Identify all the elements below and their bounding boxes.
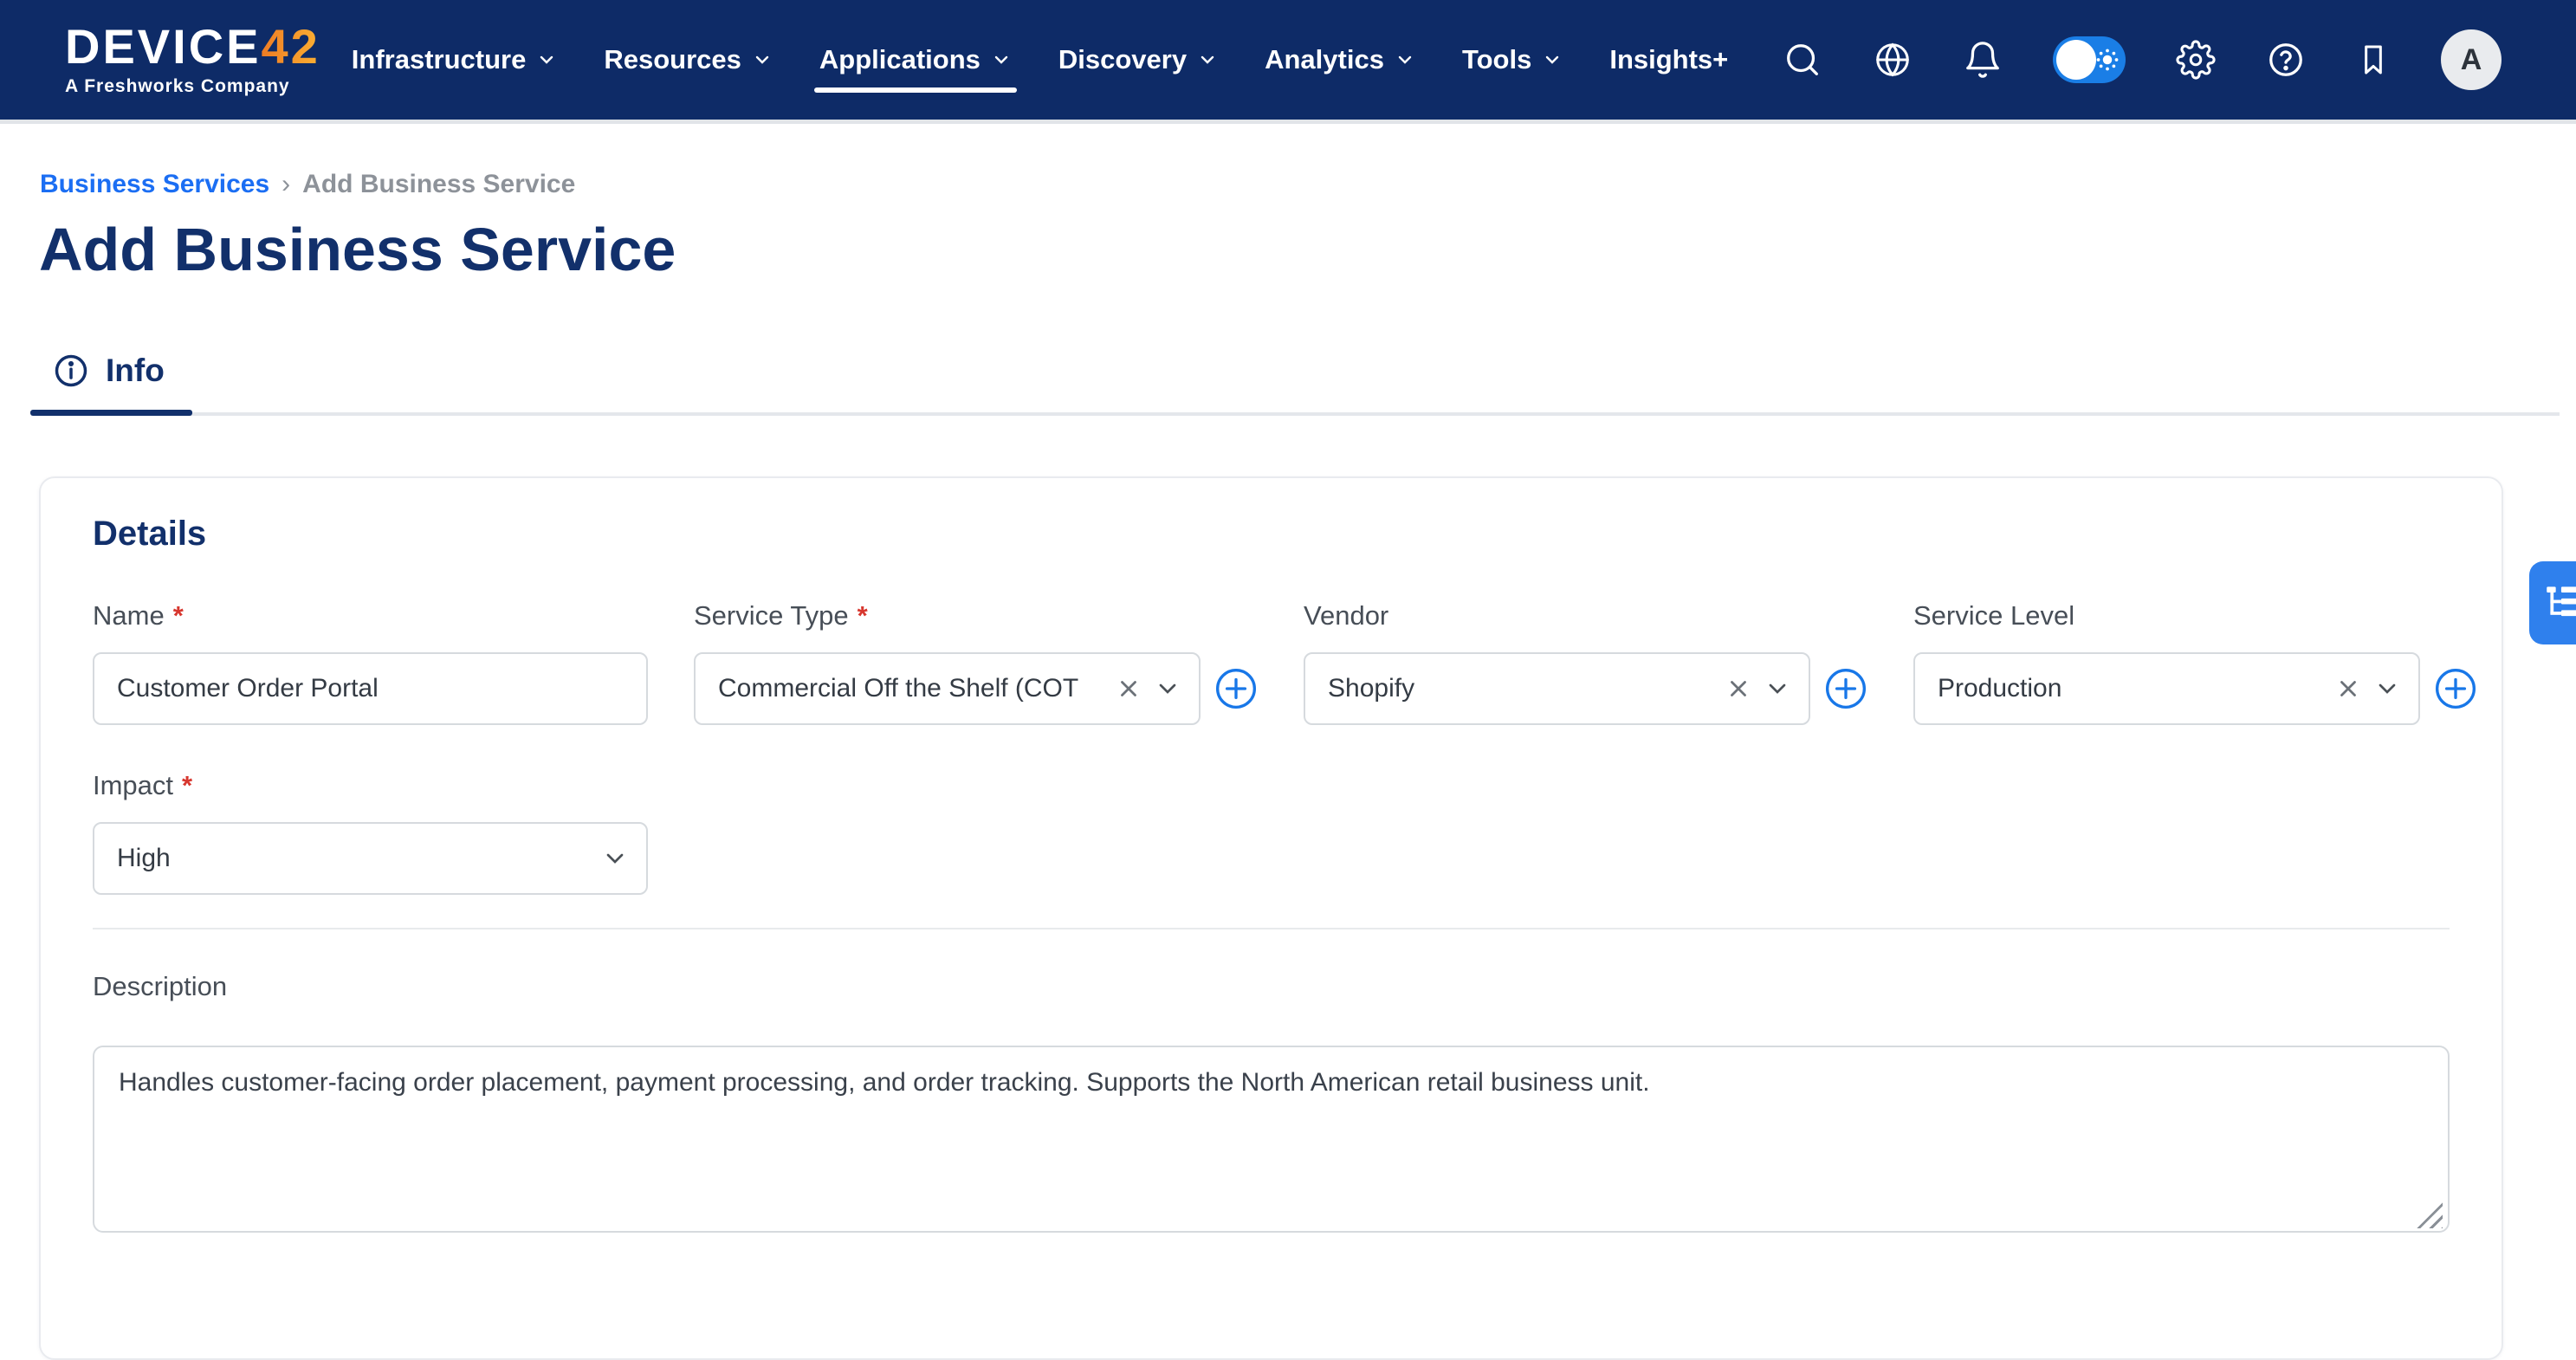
field-impact: Impact* High [93, 770, 648, 895]
field-name: Name* [93, 600, 648, 725]
chevron-down-icon [752, 49, 773, 70]
service-type-select[interactable]: Commercial Off the Shelf (COT [694, 652, 1201, 725]
chevron-down-icon[interactable] [1764, 675, 1791, 703]
chevron-down-icon [536, 49, 557, 70]
chevron-down-icon[interactable] [601, 845, 629, 872]
tab-info-label: Info [106, 353, 165, 389]
settings-gear-icon[interactable] [2176, 40, 2216, 80]
impact-label: Impact* [93, 770, 648, 801]
chevron-down-icon [991, 49, 1012, 70]
breadcrumb-separator: › [282, 170, 290, 199]
field-vendor: Vendor Shopify [1304, 600, 1867, 725]
required-asterisk: * [858, 600, 868, 631]
service-level-label: Service Level [1913, 600, 2477, 631]
brand-accent-42: 42 [262, 19, 320, 74]
menu-infrastructure[interactable]: Infrastructure [352, 0, 558, 120]
chevron-down-icon [1395, 49, 1415, 70]
vendor-value: Shopify [1328, 674, 1713, 703]
tree-list-icon [2541, 580, 2576, 627]
page-title: Add Business Service [39, 215, 676, 284]
section-heading-details: Details [93, 515, 2450, 554]
device42-logo[interactable]: DEVICE42 A Freshworks Company [65, 23, 320, 97]
navbar-actions: A [1783, 29, 2502, 90]
menu-discovery[interactable]: Discovery [1058, 0, 1218, 120]
description-label: Description [93, 971, 2450, 1002]
chevron-down-icon[interactable] [2373, 675, 2401, 703]
user-avatar[interactable]: A [2441, 29, 2502, 90]
service-type-value: Commercial Off the Shelf (COT [718, 674, 1104, 703]
breadcrumb-current: Add Business Service [302, 170, 575, 199]
vendor-label: Vendor [1304, 600, 1867, 631]
brand-tagline: A Freshworks Company [65, 76, 320, 97]
bookmark-icon[interactable] [2356, 40, 2391, 80]
clear-icon[interactable] [1725, 676, 1751, 702]
top-navbar: DEVICE42 A Freshworks Company Infrastruc… [0, 0, 2576, 120]
required-asterisk: * [182, 770, 192, 801]
navbar-divider [0, 120, 2576, 124]
tab-info[interactable]: Info [40, 345, 192, 412]
globe-icon[interactable] [1873, 40, 1913, 80]
required-asterisk: * [173, 600, 184, 631]
toggle-knob [2056, 40, 2096, 80]
vendor-select[interactable]: Shopify [1304, 652, 1810, 725]
menu-resources[interactable]: Resources [604, 0, 773, 120]
add-service-type-button[interactable] [1214, 667, 1258, 710]
brand-name: DEVICE42 [65, 23, 320, 71]
chevron-down-icon [1542, 49, 1563, 70]
theme-toggle[interactable] [2053, 36, 2126, 83]
form-row-1: Name* Service Type* Commercial Off the S… [93, 600, 2450, 725]
impact-value: High [117, 844, 589, 873]
help-icon[interactable] [2266, 40, 2306, 80]
service-level-value: Production [1938, 674, 2323, 703]
notifications-bell-icon[interactable] [1963, 40, 2003, 80]
form-row-2: Impact* High [93, 770, 2450, 895]
sun-icon [2094, 47, 2120, 77]
breadcrumb: Business Services › Add Business Service [40, 170, 575, 199]
impact-select[interactable]: High [93, 822, 648, 895]
clear-icon[interactable] [1116, 676, 1142, 702]
breadcrumb-business-services-link[interactable]: Business Services [40, 170, 269, 199]
service-level-select[interactable]: Production [1913, 652, 2420, 725]
main-menu: Infrastructure Resources Applications Di… [352, 0, 1728, 120]
chevron-down-icon [1197, 49, 1218, 70]
menu-analytics[interactable]: Analytics [1265, 0, 1415, 120]
info-circle-icon [52, 352, 90, 390]
search-icon[interactable] [1783, 40, 1822, 80]
field-description: Description Handles customer-facing orde… [93, 971, 2450, 1237]
chevron-down-icon[interactable] [1154, 675, 1181, 703]
hierarchy-tree-panel-button[interactable] [2529, 561, 2576, 644]
field-service-level: Service Level Production [1913, 600, 2477, 725]
name-input[interactable] [93, 652, 648, 725]
name-label: Name* [93, 600, 648, 631]
menu-insights-plus[interactable]: Insights+ [1609, 0, 1728, 120]
add-vendor-button[interactable] [1824, 667, 1867, 710]
add-service-level-button[interactable] [2434, 667, 2477, 710]
tab-bar: Info [40, 345, 2560, 416]
details-card: Details Name* Service Type* Commercial O… [39, 476, 2503, 1360]
service-type-label: Service Type* [694, 600, 1258, 631]
clear-icon[interactable] [2335, 676, 2361, 702]
section-divider [93, 928, 2450, 929]
description-textarea[interactable]: Handles customer-facing order placement,… [93, 1046, 2450, 1233]
field-service-type: Service Type* Commercial Off the Shelf (… [694, 600, 1258, 725]
menu-applications[interactable]: Applications [819, 0, 1012, 120]
menu-tools[interactable]: Tools [1462, 0, 1563, 120]
